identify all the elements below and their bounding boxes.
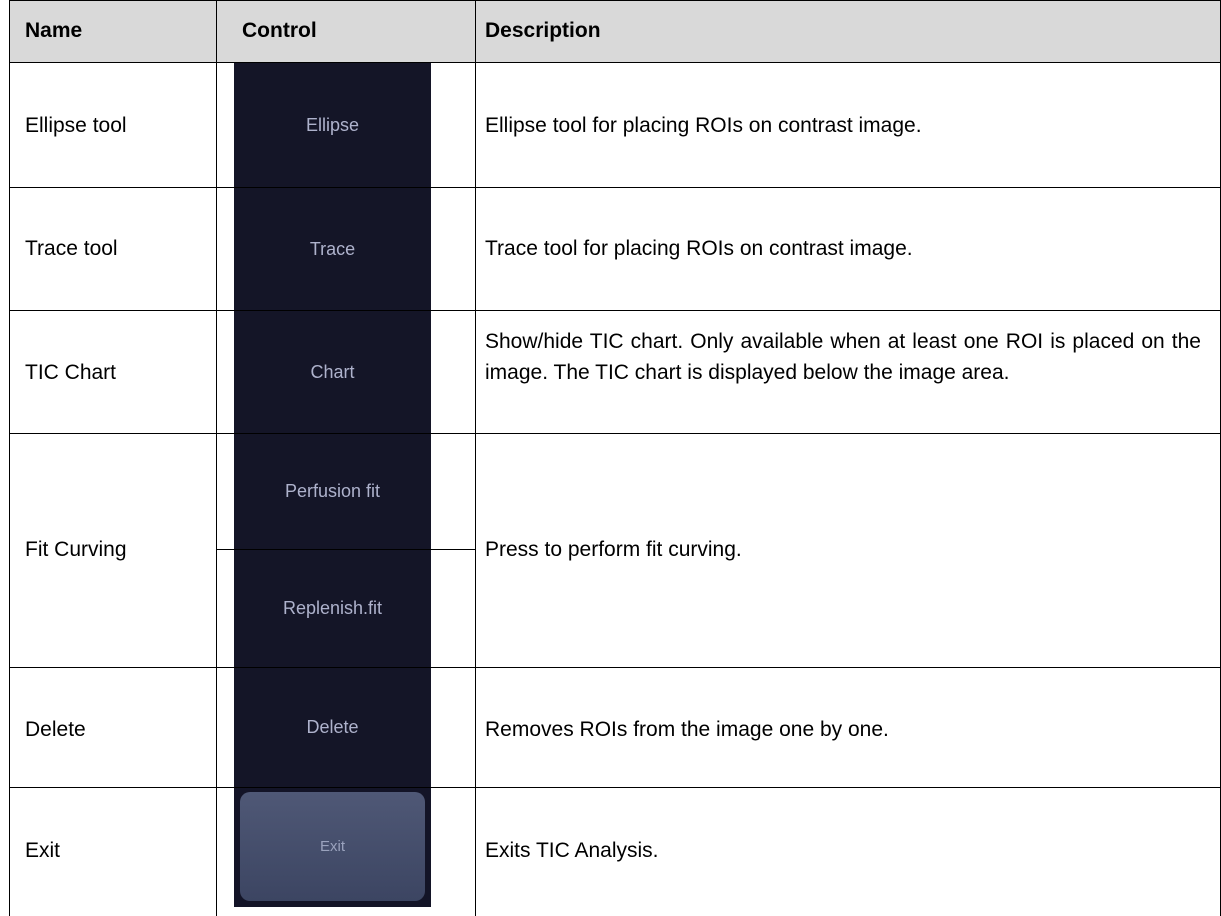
replenish-fit-button[interactable]: Replenish.fit	[234, 550, 431, 667]
exit-button[interactable]: Exit	[240, 792, 425, 901]
controls-table: Name Control Description Ellipse tool El…	[9, 0, 1221, 916]
row-desc-trace: Trace tool for placing ROIs on contrast …	[485, 237, 913, 260]
header-description: Description	[485, 19, 601, 42]
header-name: Name	[25, 19, 83, 42]
border	[9, 0, 1221, 1]
row-name-trace: Trace tool	[25, 237, 118, 260]
border	[9, 667, 1221, 668]
border	[9, 62, 1221, 63]
row-name-fit: Fit Curving	[25, 538, 127, 561]
row-name-chart: TIC Chart	[25, 361, 117, 384]
border	[9, 787, 1221, 788]
row-name-ellipse: Ellipse tool	[25, 114, 127, 137]
perfusion-fit-button[interactable]: Perfusion fit	[234, 434, 431, 549]
chart-button[interactable]: Chart	[234, 311, 431, 433]
exit-button-frame: Exit	[234, 788, 431, 907]
border	[9, 310, 1221, 311]
table-header	[9, 0, 1221, 63]
row-desc-ellipse: Ellipse tool for placing ROIs on contras…	[485, 114, 922, 137]
row-name-delete: Delete	[25, 718, 86, 741]
border	[475, 0, 476, 916]
row-name-exit: Exit	[25, 839, 61, 862]
header-control: Control	[242, 19, 317, 42]
ellipse-button[interactable]: Ellipse	[234, 63, 431, 187]
row-desc-chart: Show/hide TIC chart. Only available when…	[485, 330, 1201, 384]
border	[9, 433, 1221, 434]
border	[216, 0, 217, 916]
border	[9, 187, 1221, 188]
row-desc-delete: Removes ROIs from the image one by one.	[485, 718, 889, 741]
row-desc-fit: Press to perform fit curving.	[485, 538, 742, 561]
delete-button[interactable]: Delete	[234, 668, 431, 787]
trace-button[interactable]: Trace	[234, 188, 431, 310]
row-desc-exit: Exits TIC Analysis.	[485, 839, 659, 862]
border	[9, 0, 10, 916]
